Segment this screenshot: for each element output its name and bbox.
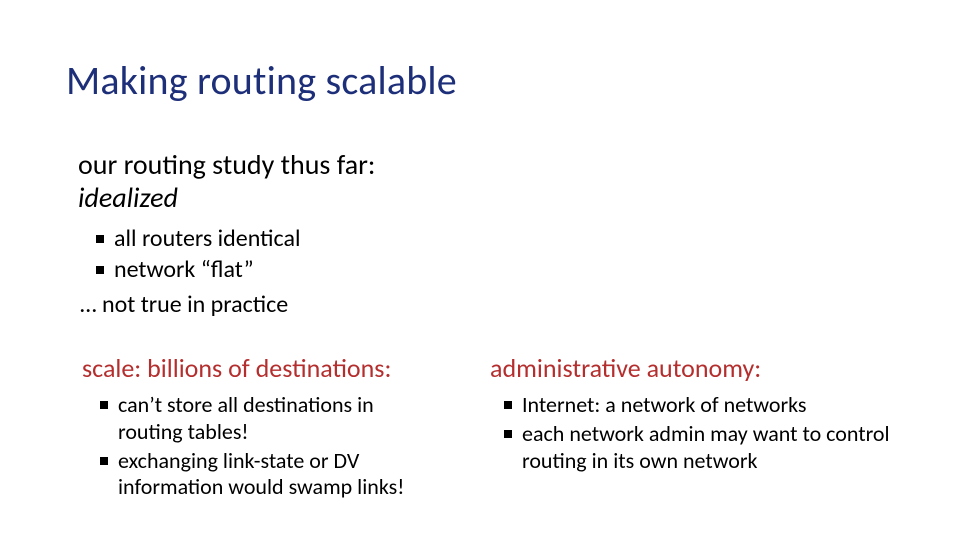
list-item: each network admin may want to control r… — [504, 421, 910, 475]
list-item: Internet: a network of networks — [504, 392, 910, 419]
bullet-text: all routers identical — [114, 224, 300, 255]
bullet-square-icon — [100, 401, 108, 409]
bullet-text: can’t store all destinations in routing … — [118, 392, 438, 446]
right-heading: administrative autonomy: — [490, 352, 910, 384]
list-item: all routers identical — [96, 224, 300, 255]
list-item: network “flat” — [96, 255, 300, 286]
left-heading: scale: billions of destinations: — [82, 352, 472, 384]
bullet-square-icon — [504, 401, 512, 409]
right-column: administrative autonomy: Internet: a net… — [490, 352, 910, 476]
intro-block: our routing study thus far: idealized — [78, 148, 375, 214]
list-item: exchanging link-state or DV information … — [100, 448, 472, 502]
slide: Making routing scalable our routing stud… — [0, 0, 960, 540]
bullet-text: network “flat” — [114, 255, 254, 286]
intro-line-1: our routing study thus far: — [78, 148, 375, 181]
bullet-text: Internet: a network of networks — [522, 392, 807, 419]
intro-line-2: idealized — [78, 181, 375, 214]
bullet-text: exchanging link-state or DV information … — [118, 448, 438, 502]
bullet-square-icon — [96, 235, 104, 243]
top-bullet-list: all routers identical network “flat” — [96, 224, 300, 285]
right-bullet-list: Internet: a network of networks each net… — [490, 392, 910, 474]
bullet-square-icon — [100, 457, 108, 465]
left-bullet-list: can’t store all destinations in routing … — [82, 392, 472, 501]
list-item: can’t store all destinations in routing … — [100, 392, 472, 446]
left-column: scale: billions of destinations: can’t s… — [82, 352, 472, 503]
bullet-text: each network admin may want to control r… — [522, 421, 892, 475]
bullet-square-icon — [96, 266, 104, 274]
bullet-square-icon — [504, 430, 512, 438]
slide-title: Making routing scalable — [66, 56, 457, 105]
not-true-text: … not true in practice — [80, 290, 288, 319]
